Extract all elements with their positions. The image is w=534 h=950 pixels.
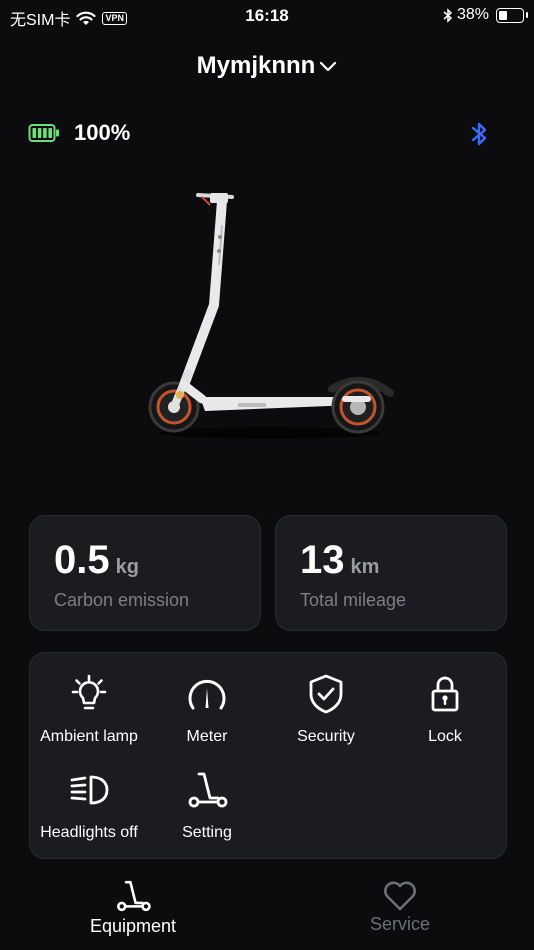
lock-label: Lock xyxy=(428,728,462,745)
scooter-battery: 100% xyxy=(28,120,130,146)
tab-service-label: Service xyxy=(369,914,431,934)
meter-label: Meter xyxy=(186,728,228,745)
scooter-icon xyxy=(188,772,228,808)
battery-bar xyxy=(32,128,37,138)
lock-icon xyxy=(431,676,459,712)
ambient-lamp-button[interactable]: Ambient lamp xyxy=(30,672,148,746)
status-bar: 无SIM卡 VPN 16:18 38% xyxy=(0,0,534,30)
battery-percent-status: 38% xyxy=(456,6,489,23)
chevron-down-icon xyxy=(320,61,337,71)
setting-label: Setting xyxy=(182,824,232,841)
bluetooth-status-icon xyxy=(443,7,453,23)
total-mileage-label: Total mileage xyxy=(300,590,407,610)
lamp-icon xyxy=(71,674,107,710)
carbon-emission-label: Carbon emission xyxy=(54,590,190,610)
heart-icon xyxy=(384,881,416,911)
total-mileage-unit: km xyxy=(350,556,380,578)
security-button[interactable]: Security xyxy=(267,672,385,746)
carbon-emission-card: 0.5 kg Carbon emission xyxy=(29,515,261,631)
ambient-lamp-label: Ambient lamp xyxy=(40,728,138,745)
total-mileage-value: 13 km xyxy=(300,538,380,582)
battery-bar xyxy=(48,128,52,138)
total-mileage-card: 13 km Total mileage xyxy=(275,515,507,631)
lock-button[interactable]: Lock xyxy=(386,672,504,746)
battery-status-icon xyxy=(496,7,528,23)
meter-button[interactable]: Meter xyxy=(148,672,266,746)
headlights-off-label: Headlights off xyxy=(40,824,138,841)
device-selector[interactable]: Mymjknnn xyxy=(0,52,534,80)
carbon-emission-value: 0.5 kg xyxy=(54,538,139,582)
battery-bar xyxy=(37,128,42,138)
carbon-emission-unit: kg xyxy=(115,556,139,578)
tab-equipment-label: Equipment xyxy=(89,916,177,936)
tab-service[interactable]: Service xyxy=(330,880,470,935)
headlight-icon xyxy=(70,775,109,805)
headlights-off-button[interactable]: Headlights off xyxy=(30,768,148,842)
battery-bar xyxy=(43,128,47,138)
bluetooth-icon[interactable] xyxy=(469,121,491,147)
device-name: Mymjknnn xyxy=(196,52,316,79)
battery-percent: 100% xyxy=(74,120,131,145)
security-label: Security xyxy=(297,728,355,745)
scooter-image xyxy=(148,193,394,439)
meter-icon xyxy=(188,679,226,710)
setting-button[interactable]: Setting xyxy=(148,768,266,842)
shield-check-icon xyxy=(309,674,343,714)
scooter-icon xyxy=(117,880,151,912)
tab-equipment[interactable]: Equipment xyxy=(63,878,203,937)
battery-icon xyxy=(28,124,59,142)
